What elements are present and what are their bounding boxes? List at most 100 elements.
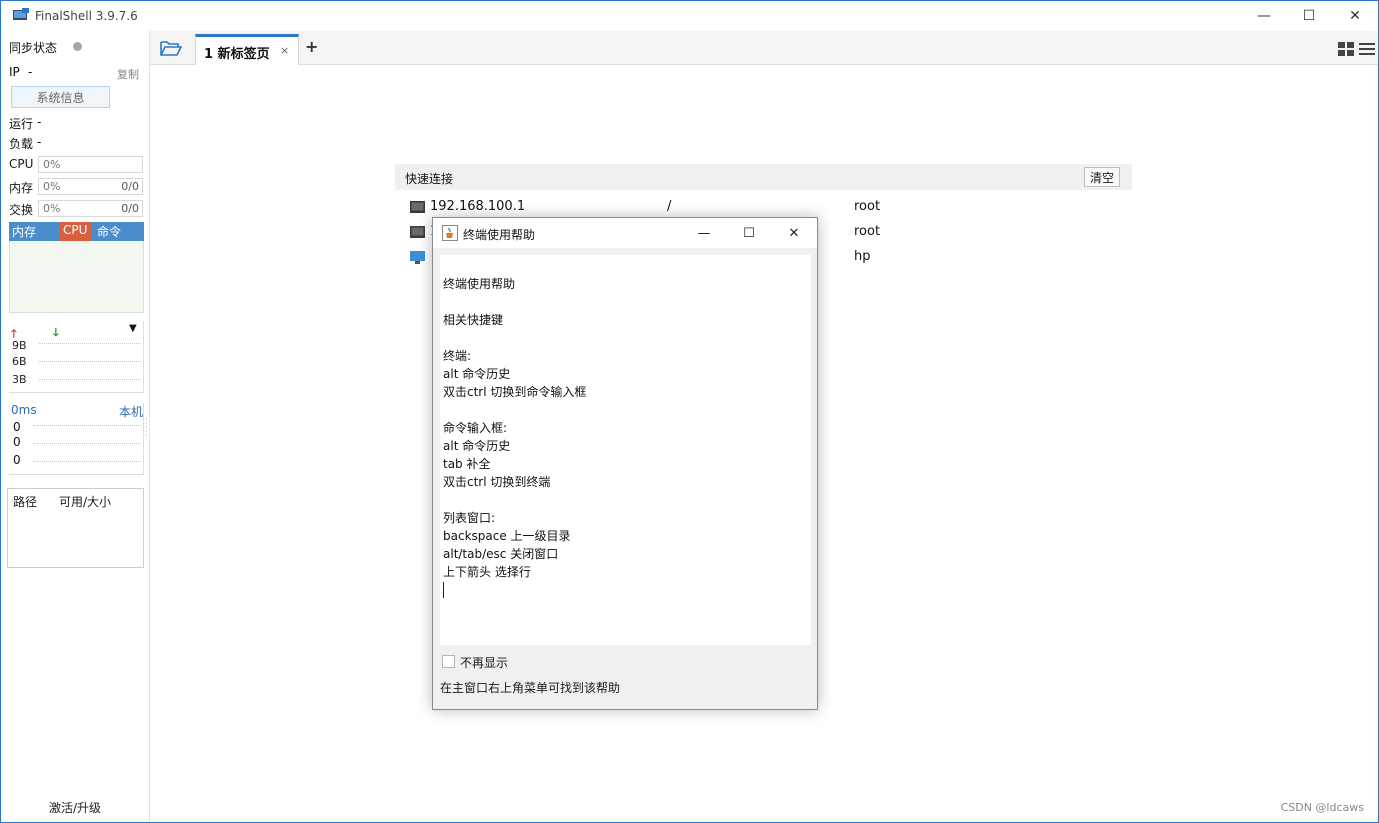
activate-upgrade-link[interactable]: 激活/升级 (49, 799, 101, 816)
cpu-meter: 0% (38, 156, 143, 173)
help-text-area[interactable]: 终端使用帮助 相关快捷键 终端: alt 命令历史 双击ctrl 切换到命令输入… (440, 255, 811, 645)
disk-col-path: 路径 (13, 495, 38, 509)
tab-new-tab[interactable]: 1 新标签页 × (195, 34, 299, 65)
maximize-button[interactable]: ☐ (1286, 1, 1332, 31)
disk-table: 路径 可用/大小 (7, 488, 144, 568)
tab-label: 1 新标签页 (204, 47, 270, 62)
dont-show-label[interactable]: 不再显示 (460, 654, 508, 671)
ping-value: 0 (13, 435, 21, 449)
uptime-label: 运行 (9, 117, 34, 131)
ping-value: 0 (13, 420, 21, 434)
swap-ratio: 0/0 (121, 202, 139, 215)
sync-status-label: 同步状态 (9, 41, 58, 55)
process-list[interactable] (9, 241, 144, 313)
memory-meter: 0% 0/0 (38, 178, 143, 195)
grid-line (33, 443, 141, 444)
help-line: alt/tab/esc 关闭窗口 (443, 547, 559, 561)
swap-label: 交换 (9, 203, 34, 217)
grid-view-icon[interactable] (1338, 42, 1354, 56)
help-line (443, 329, 811, 347)
memory-ratio: 0/0 (121, 180, 139, 193)
tab-bar: 1 新标签页 × + (150, 31, 1378, 65)
help-line: 列表窗口: (443, 511, 496, 525)
network-interface-dropdown-icon[interactable]: ▼ (129, 323, 137, 334)
connection-path: / (667, 199, 672, 214)
grid-line (33, 425, 141, 426)
grid-line (39, 343, 141, 344)
help-hint: 在主窗口右上角菜单可找到该帮助 (440, 681, 621, 695)
title-bar: FinalShell 3.9.7.6 — ☐ ✕ (1, 1, 1378, 31)
connection-user: hp (854, 249, 871, 264)
process-tabs: 内存 CPU 命令 (9, 222, 144, 241)
copy-ip-link[interactable]: 复制 (117, 66, 139, 82)
help-line: 上下箭头 选择行 (443, 565, 531, 579)
desktop-monitor-icon (410, 251, 425, 264)
memory-label: 内存 (9, 181, 34, 195)
process-tab-cpu[interactable]: CPU (59, 222, 92, 241)
system-info-button[interactable]: 系统信息 (11, 86, 110, 108)
net-scale-label: 6B (12, 355, 27, 368)
dialog-title-bar[interactable]: 终端使用帮助 — ☐ ✕ (433, 218, 817, 248)
help-line (443, 401, 811, 419)
help-line (443, 293, 811, 311)
swap-value: 0% (43, 202, 61, 215)
quick-connect-header: 快速连接 清空 (395, 164, 1132, 190)
disk-col-size: 可用/大小 (59, 495, 112, 509)
ip-value: - (28, 65, 33, 79)
help-line: 双击ctrl 切换到命令输入框 (443, 385, 587, 399)
help-line: backspace 上一级目录 (443, 529, 571, 543)
ip-label: IP (9, 65, 20, 79)
add-tab-button[interactable]: + (305, 37, 318, 56)
folder-open-icon[interactable] (160, 39, 182, 57)
help-line: 终端: (443, 349, 472, 363)
ping-monitor: 0ms 本机 0 0 0 (9, 403, 144, 475)
uptime-value: - (37, 115, 42, 129)
connection-host: 192.168.100.1 (430, 199, 526, 214)
process-tab-memory[interactable]: 内存 (12, 223, 36, 240)
watermark: CSDN @ldcaws (1280, 801, 1364, 814)
dialog-title: 终端使用帮助 (463, 228, 536, 242)
ping-latency: 0ms (11, 403, 37, 417)
dialog-minimize-button[interactable]: — (681, 218, 727, 248)
grid-line (33, 461, 141, 462)
close-button[interactable]: ✕ (1332, 1, 1378, 31)
memory-value: 0% (43, 180, 61, 193)
network-monitor: 🡑 🡓 ▼ 9B 6B 3B (9, 321, 144, 393)
grid-line (39, 379, 141, 380)
grid-line (39, 361, 141, 362)
dialog-maximize-button[interactable]: ☐ (726, 218, 772, 248)
cpu-label: CPU (9, 157, 34, 171)
help-line: tab 补全 (443, 457, 491, 471)
text-caret (443, 582, 444, 598)
terminal-icon (410, 201, 425, 213)
help-line: 相关快捷键 (443, 313, 504, 327)
help-line: alt 命令历史 (443, 367, 511, 381)
terminal-help-dialog: 终端使用帮助 — ☐ ✕ 终端使用帮助 相关快捷键 终端: alt 命令历史 双… (432, 217, 818, 710)
dialog-close-button[interactable]: ✕ (771, 218, 817, 248)
ping-value: 0 (13, 453, 21, 467)
terminal-icon (410, 226, 425, 238)
window-title: FinalShell 3.9.7.6 (35, 9, 138, 23)
help-line: alt 命令历史 (443, 439, 511, 453)
tab-close-icon[interactable]: × (280, 44, 289, 57)
help-line: 命令输入框: (443, 421, 508, 435)
help-line (443, 491, 811, 509)
ping-host-link[interactable]: 本机 (119, 403, 143, 420)
clear-button[interactable]: 清空 (1084, 167, 1120, 187)
dont-show-checkbox[interactable] (442, 655, 455, 668)
quick-connect-title: 快速连接 (405, 172, 454, 186)
help-line: 双击ctrl 切换到终端 (443, 475, 551, 489)
process-tab-command[interactable]: 命令 (97, 223, 121, 240)
connection-user: root (854, 224, 881, 239)
swap-meter: 0% 0/0 (38, 200, 143, 217)
java-cup-icon (442, 225, 458, 241)
sync-status-dot (73, 42, 82, 51)
net-scale-label: 3B (12, 373, 27, 386)
cpu-value: 0% (43, 158, 61, 171)
sidebar-resize-handle[interactable]: · · · · · (145, 416, 148, 440)
download-arrow-icon: 🡓 (53, 326, 59, 339)
menu-icon[interactable] (1359, 42, 1375, 56)
net-scale-label: 9B (12, 339, 27, 352)
sidebar: 同步状态 IP - 复制 系统信息 运行 - 负载 - CPU 0% 内存 0%… (1, 31, 150, 822)
minimize-button[interactable]: — (1241, 1, 1287, 31)
